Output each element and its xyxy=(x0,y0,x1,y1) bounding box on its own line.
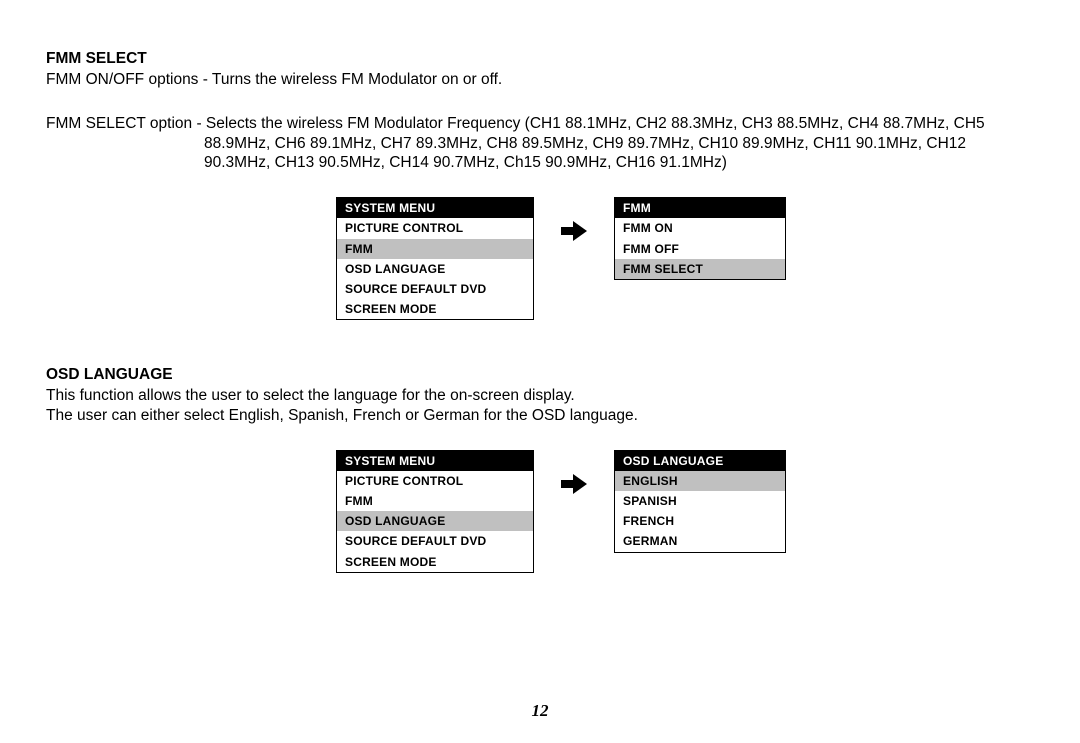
menu-row-fmm: SYSTEM MENU PICTURE CONTROL FMM OSD LANG… xyxy=(336,197,1034,320)
menu-item: PICTURE CONTROL xyxy=(337,218,533,238)
fmm-select-heading: FMM SELECT xyxy=(46,50,1034,68)
menu-item-highlighted: FMM xyxy=(337,239,533,259)
osd-description-line1: This function allows the user to select … xyxy=(46,386,1034,406)
menu-item: SOURCE DEFAULT DVD xyxy=(337,279,533,299)
system-menu-header: SYSTEM MENU xyxy=(337,198,533,218)
arrow-right-icon xyxy=(558,464,590,504)
menu-item: OSD LANGUAGE xyxy=(337,259,533,279)
menu-item: FRENCH xyxy=(615,511,785,531)
system-menu-header: SYSTEM MENU xyxy=(337,451,533,471)
fmm-select-description-line1: FMM SELECT option - Selects the wireless… xyxy=(46,114,1034,134)
osd-description-line2: The user can either select English, Span… xyxy=(46,406,1034,426)
menu-item: SCREEN MODE xyxy=(337,299,533,319)
menu-item: SPANISH xyxy=(615,491,785,511)
menu-item: SOURCE DEFAULT DVD xyxy=(337,531,533,551)
manual-page: FMM SELECT FMM ON/OFF options - Turns th… xyxy=(0,0,1080,743)
page-number: 12 xyxy=(0,701,1080,721)
arrow-right-icon xyxy=(558,211,590,251)
menu-item-highlighted: OSD LANGUAGE xyxy=(337,511,533,531)
menu-item-highlighted: ENGLISH xyxy=(615,471,785,491)
menu-item: FMM OFF xyxy=(615,239,785,259)
fmm-onoff-description: FMM ON/OFF options - Turns the wireless … xyxy=(46,70,1034,90)
osd-language-heading: OSD LANGUAGE xyxy=(46,366,1034,384)
menu-item: FMM xyxy=(337,491,533,511)
menu-item: SCREEN MODE xyxy=(337,552,533,572)
osd-language-menu-header: OSD LANGUAGE xyxy=(615,451,785,471)
menu-row-osd: SYSTEM MENU PICTURE CONTROL FMM OSD LANG… xyxy=(336,450,1034,573)
system-menu-box-1: SYSTEM MENU PICTURE CONTROL FMM OSD LANG… xyxy=(336,197,534,320)
menu-item-highlighted: FMM SELECT xyxy=(615,259,785,279)
system-menu-box-2: SYSTEM MENU PICTURE CONTROL FMM OSD LANG… xyxy=(336,450,534,573)
fmm-select-description-line3: 90.3MHz, CH13 90.5MHz, CH14 90.7MHz, Ch1… xyxy=(46,153,1034,173)
menu-item: PICTURE CONTROL xyxy=(337,471,533,491)
fmm-select-description-line2: 88.9MHz, CH6 89.1MHz, CH7 89.3MHz, CH8 8… xyxy=(46,134,1034,154)
menu-item: FMM ON xyxy=(615,218,785,238)
fmm-menu-box: FMM FMM ON FMM OFF FMM SELECT xyxy=(614,197,786,280)
menu-item: GERMAN xyxy=(615,531,785,551)
osd-language-menu-box: OSD LANGUAGE ENGLISH SPANISH FRENCH GERM… xyxy=(614,450,786,553)
fmm-menu-header: FMM xyxy=(615,198,785,218)
